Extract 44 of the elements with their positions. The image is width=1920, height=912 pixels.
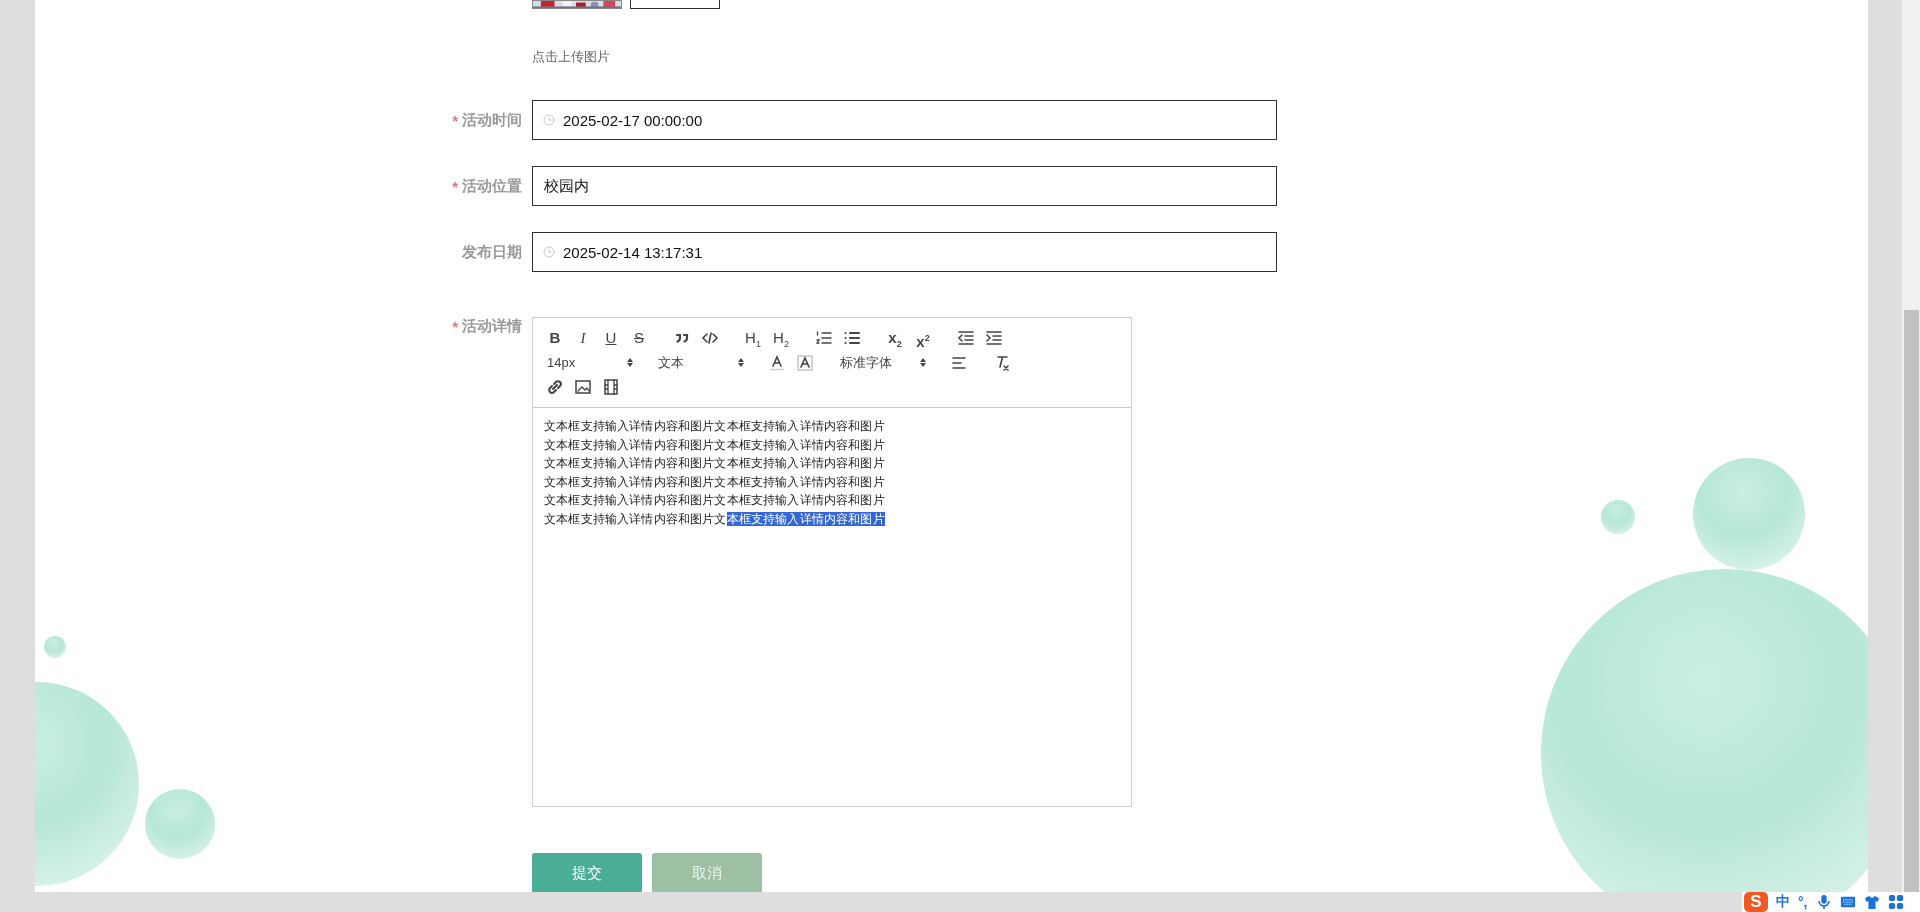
- shirt-icon[interactable]: [1863, 894, 1880, 910]
- field-label: 活动位置: [462, 176, 522, 196]
- editor-text-line: 文本框支持输入详情内容和图片文本框支持输入详情内容和图片: [544, 419, 886, 434]
- upload-slot[interactable]: [630, 0, 720, 9]
- punctuation-toggle[interactable]: °,: [1798, 894, 1808, 910]
- editor-text-line: 文本框支持输入详情内容和图片文本框支持输入详情内容和图片: [544, 493, 886, 508]
- field-label: 活动时间: [462, 110, 522, 130]
- scrollbar[interactable]: [1902, 0, 1920, 892]
- format-button[interactable]: B: [541, 329, 569, 347]
- input-mode-toggle[interactable]: 中: [1776, 893, 1790, 911]
- microphone-icon[interactable]: [1815, 894, 1832, 910]
- format-button[interactable]: H$_{1}$: [739, 329, 767, 347]
- format-button[interactable]: U: [597, 329, 625, 347]
- editor-text-line: 文本框支持输入详情内容和图片文本框支持输入详情内容和图片: [544, 456, 886, 471]
- format-button[interactable]: x$_{2}$: [881, 329, 909, 347]
- rich-text-editor[interactable]: [532, 317, 1132, 807]
- format-select[interactable]: 标准字体: [834, 353, 930, 372]
- format-button[interactable]: x$^{2}$: [909, 329, 937, 347]
- grid-icon[interactable]: [1887, 894, 1904, 910]
- selected-text: 本框支持输入详情内容和图片: [726, 511, 885, 526]
- select-arrow-icon: [920, 358, 926, 367]
- keyboard-icon[interactable]: [1839, 894, 1856, 910]
- bubble-drawing: [44, 636, 66, 658]
- format-button[interactable]: S: [625, 329, 653, 347]
- input-field[interactable]: 校园内: [532, 166, 1277, 206]
- format-select[interactable]: 14px: [541, 353, 637, 372]
- scrollbar-thumb[interactable]: [1904, 310, 1919, 892]
- format-button[interactable]: H$_{2}$: [767, 329, 795, 347]
- required-mark: *: [452, 111, 458, 129]
- select-arrow-icon: [627, 358, 633, 367]
- date-field[interactable]: 2025-02-17 00:00:00: [532, 100, 1277, 140]
- editor-text-line: 文本框支持输入详情内容和图片文本框支持输入详情内容和图片: [544, 474, 886, 490]
- select-arrow-icon: [738, 358, 744, 367]
- field-label: 发布日期: [462, 242, 522, 262]
- field-label: 活动详情: [462, 317, 522, 336]
- bubble-drawing: [1601, 500, 1635, 534]
- upload-hint: 点击上传图片: [532, 48, 610, 66]
- required-mark: *: [452, 318, 458, 335]
- editor-text-line: 文本框支持输入详情内容和图片文本框支持输入详情内容和图片: [544, 437, 886, 453]
- date-field[interactable]: 2025-02-14 13:17:31: [532, 232, 1277, 272]
- format-button[interactable]: I: [569, 329, 597, 347]
- editor-text-line: 文本框支持输入详情内容和图片文本框支持输入详情内容和图片: [544, 511, 886, 527]
- format-select[interactable]: 文本: [652, 353, 748, 372]
- required-mark: *: [452, 177, 458, 195]
